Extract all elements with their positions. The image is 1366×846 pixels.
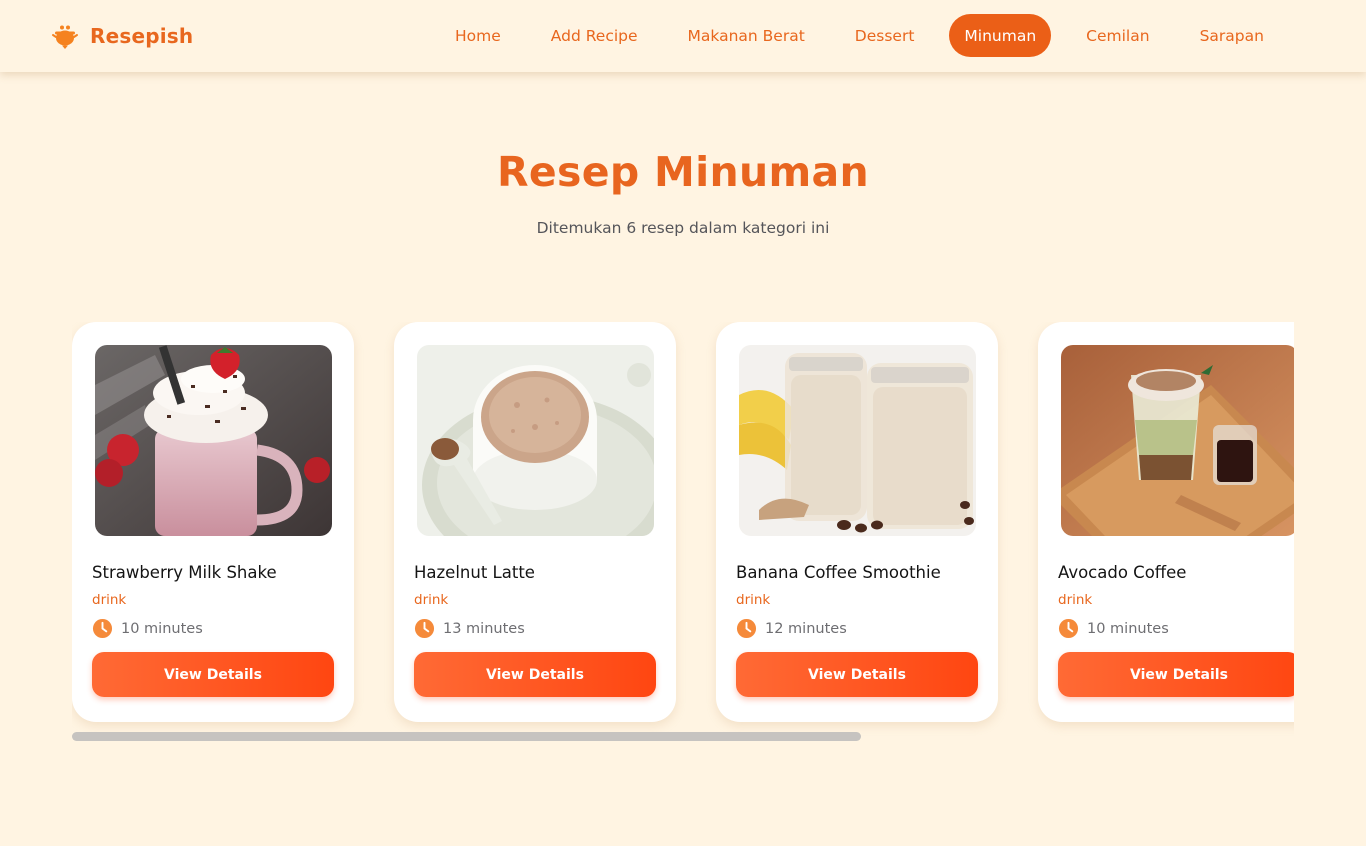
recipe-category: drink <box>736 592 771 608</box>
recipe-card-track: Strawberry Milk Shake drink 10 minutes V… <box>72 322 1294 722</box>
recipe-category: drink <box>92 592 127 608</box>
clock-icon <box>1058 618 1079 639</box>
nav-link-makanan-berat[interactable]: Makanan Berat <box>673 14 820 57</box>
nav-link-sarapan[interactable]: Sarapan <box>1185 14 1279 57</box>
brand-logo[interactable]: Resepish <box>50 20 193 52</box>
hazelnut-latte-photo[interactable] <box>417 345 654 536</box>
recipe-time: 13 minutes <box>414 618 656 639</box>
page-title: Resep Minuman <box>497 148 869 196</box>
banana-coffee-smoothie-photo[interactable] <box>739 345 976 536</box>
recipe-time: 12 minutes <box>736 618 978 639</box>
recipe-card: Strawberry Milk Shake drink 10 minutes V… <box>72 322 354 722</box>
view-details-button[interactable]: View Details <box>414 652 656 697</box>
recipe-time-label: 10 minutes <box>121 620 203 637</box>
recipe-time: 10 minutes <box>1058 618 1294 639</box>
nav-link-minuman[interactable]: Minuman <box>949 14 1052 57</box>
clock-icon <box>92 618 113 639</box>
view-details-button[interactable]: View Details <box>736 652 978 697</box>
recipe-time: 10 minutes <box>92 618 334 639</box>
recipe-title[interactable]: Hazelnut Latte <box>414 563 656 582</box>
recipe-category: drink <box>414 592 449 608</box>
recipe-time-label: 10 minutes <box>1087 620 1169 637</box>
recipe-card: Hazelnut Latte drink 13 minutes View Det… <box>394 322 676 722</box>
carousel-scrollbar[interactable] <box>72 732 1294 741</box>
nav-link-dessert[interactable]: Dessert <box>840 14 930 57</box>
nav-link-cemilan[interactable]: Cemilan <box>1071 14 1164 57</box>
recipe-category: drink <box>1058 592 1093 608</box>
navbar: Resepish Home Add Recipe Makanan Berat Dess… <box>0 0 1366 72</box>
recipe-card: Banana Coffee Smoothie drink 12 minutes … <box>716 322 998 722</box>
recipe-title[interactable]: Avocado Coffee <box>1058 563 1294 582</box>
recipe-title[interactable]: Banana Coffee Smoothie <box>736 563 978 582</box>
view-details-button[interactable]: View Details <box>1058 652 1294 697</box>
strawberry-milkshake-photo[interactable] <box>95 345 332 536</box>
recipe-time-label: 12 minutes <box>765 620 847 637</box>
nav-link-add-recipe[interactable]: Add Recipe <box>536 14 653 57</box>
recipe-title[interactable]: Strawberry Milk Shake <box>92 563 334 582</box>
avocado-coffee-photo[interactable] <box>1061 345 1294 536</box>
recipe-card: Avocado Coffee drink 10 minutes View Det… <box>1038 322 1294 722</box>
clock-icon <box>414 618 435 639</box>
recipe-time-label: 13 minutes <box>443 620 525 637</box>
page-subtitle: Ditemukan 6 resep dalam kategori ini <box>536 219 830 237</box>
brand-name: Resepish <box>90 24 194 48</box>
clock-icon <box>736 618 757 639</box>
main-nav: Home Add Recipe Makanan Berat Dessert Minuma… <box>440 14 1279 57</box>
carousel-scrollbar-thumb[interactable] <box>72 732 861 741</box>
cooking-pot-icon <box>52 25 78 49</box>
view-details-button[interactable]: View Details <box>92 652 334 697</box>
nav-link-home[interactable]: Home <box>440 14 516 57</box>
recipe-carousel: Strawberry Milk Shake drink 10 minutes V… <box>72 322 1294 742</box>
